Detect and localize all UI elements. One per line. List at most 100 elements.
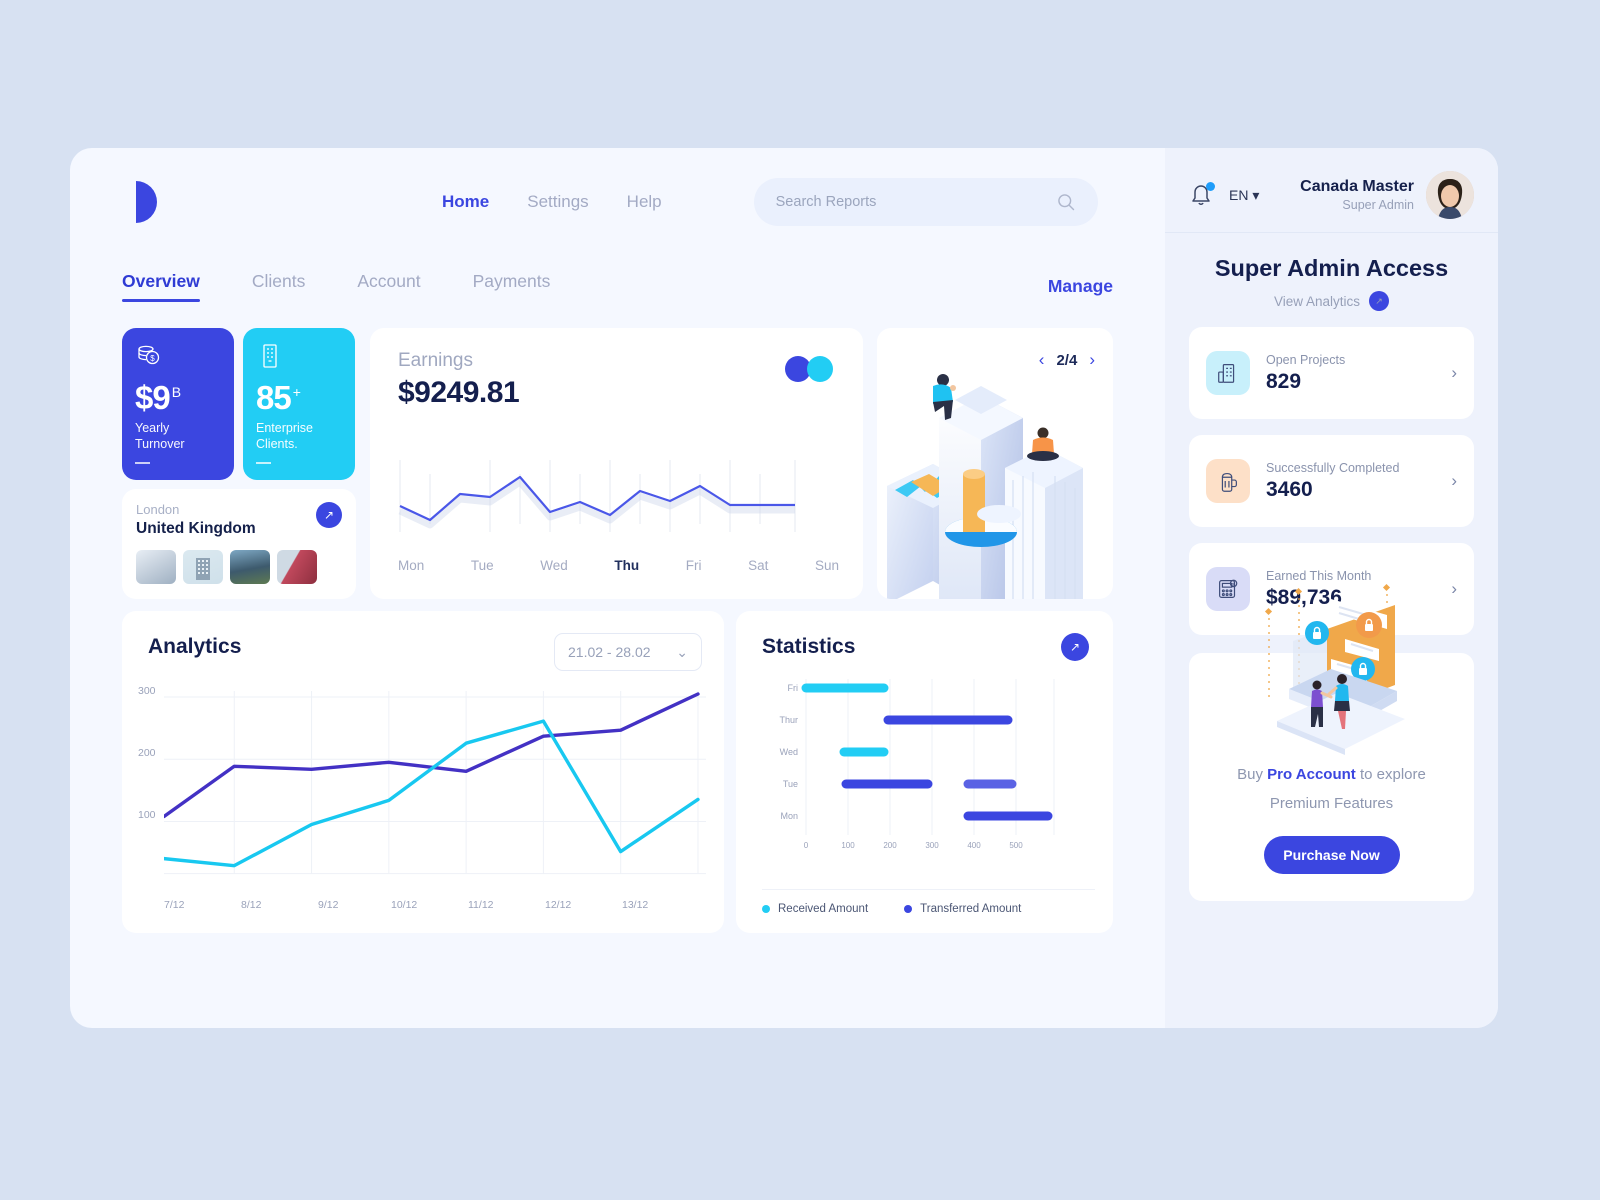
user-info[interactable]: Canada Master Super Admin — [1300, 178, 1414, 212]
stat-value: 829 — [1266, 369, 1302, 393]
earnings-card: Earnings $9249.81 Mon Tue Wed Thu Fri Sa… — [370, 328, 863, 599]
carousel-position: 2/4 — [1056, 351, 1078, 369]
nav-help[interactable]: Help — [627, 192, 662, 212]
sidebar-header: EN ▾ Canada Master Super Admin — [1189, 148, 1474, 226]
chevron-right-icon[interactable]: › — [1089, 350, 1095, 370]
kpi-value: $9 B — [135, 379, 181, 416]
country-name: United Kingdom — [136, 520, 256, 537]
avatar[interactable] — [1426, 171, 1474, 219]
y-tick-100: 100 — [138, 809, 156, 821]
tab-payments[interactable]: Payments — [473, 271, 551, 302]
day-label[interactable]: Fri — [686, 558, 702, 573]
nav-settings[interactable]: Settings — [527, 192, 588, 212]
purchase-now-button[interactable]: Purchase Now — [1263, 836, 1400, 874]
kpi-card-clients[interactable]: 85 + Enterprise Clients. — [243, 328, 355, 480]
stat-value: 3460 — [1266, 477, 1313, 501]
x-tick: 10/12 — [391, 899, 418, 911]
arrow-up-right-icon[interactable]: ↗ — [1061, 633, 1089, 661]
svg-text:Wed: Wed — [780, 747, 798, 757]
statistics-range-bars: Fri Thur Wed Tue Mon 0 100 200 300 400 500 — [779, 679, 1055, 850]
kpi-label: Enterprise Clients. — [256, 421, 313, 451]
day-label[interactable]: Mon — [398, 558, 424, 573]
sidebar-stat-completed[interactable]: Successfully Completed 3460 › — [1189, 435, 1474, 527]
date-range-picker[interactable]: 21.02 - 28.02 ⌄ — [554, 633, 702, 671]
statistics-legend: Received Amount Transferred Amount — [762, 889, 1095, 915]
day-label[interactable]: Sat — [748, 558, 768, 573]
tab-overview[interactable]: Overview — [122, 271, 200, 302]
svg-text:Fri: Fri — [788, 683, 799, 693]
promo-highlight: Pro Account — [1267, 766, 1356, 783]
search-bar[interactable] — [753, 178, 1098, 226]
isometric-city-illustration — [887, 374, 1083, 599]
legend-label: Received Amount — [778, 903, 869, 915]
legend-item-received: Received Amount — [762, 903, 868, 915]
svg-text:$: $ — [150, 354, 155, 363]
svg-text:Mon: Mon — [780, 811, 798, 821]
kpi-card-turnover[interactable]: $ $9 B Yearly Turnover — [122, 328, 234, 480]
tab-clients[interactable]: Clients — [252, 271, 306, 302]
day-label[interactable]: Sun — [815, 558, 839, 573]
caret-down-icon: ▾ — [1252, 186, 1260, 203]
x-tick: 8/12 — [241, 899, 262, 911]
legend-dot — [904, 905, 913, 913]
sidebar-divider — [1165, 232, 1498, 233]
thumbnail[interactable] — [183, 550, 223, 584]
sidebar-stat-open-projects[interactable]: Open Projects 829 › — [1189, 327, 1474, 419]
x-tick: 7/12 — [164, 899, 185, 911]
chevron-right-icon[interactable]: › — [1451, 579, 1457, 599]
nav-home[interactable]: Home — [442, 192, 489, 212]
dashboard-window: Home Settings Help Overview Clients Acco… — [70, 148, 1498, 1028]
user-name: Canada Master — [1300, 178, 1414, 195]
chevron-right-icon[interactable]: › — [1451, 363, 1457, 383]
svg-text:Tue: Tue — [783, 779, 798, 789]
bell-icon[interactable] — [1189, 182, 1215, 208]
access-title: Super Admin Access — [1214, 255, 1449, 281]
svg-text:200: 200 — [883, 841, 897, 850]
search-input[interactable] — [775, 194, 1056, 210]
chevron-right-icon[interactable]: › — [1451, 471, 1457, 491]
kpi-label: Yearly Turnover — [135, 421, 185, 451]
statistics-card: Statistics ↗ Fri Thur Wed Tue Mon 0 100 … — [736, 611, 1113, 933]
chevron-left-icon[interactable]: ‹ — [1039, 350, 1045, 370]
date-range-value: 21.02 - 28.02 — [568, 644, 651, 660]
thumbnail[interactable] — [136, 550, 176, 584]
analytics-chart — [164, 691, 706, 875]
manage-link[interactable]: Manage — [1048, 276, 1113, 297]
cards-row-top: $ $9 B Yearly Turnover 85 + Enterprise C… — [104, 328, 1131, 599]
day-label[interactable]: Tue — [471, 558, 494, 573]
language-selector[interactable]: EN ▾ — [1229, 187, 1259, 204]
x-tick: 11/12 — [468, 899, 494, 911]
thumbnail[interactable] — [277, 550, 317, 584]
tab-account[interactable]: Account — [357, 271, 420, 302]
earnings-day-labels: Mon Tue Wed Thu Fri Sat Sun — [398, 558, 839, 573]
statistics-title: Statistics — [762, 635, 856, 658]
coins-icon: $ — [138, 345, 160, 365]
svg-text:Thur: Thur — [779, 715, 798, 725]
x-tick: 12/12 — [545, 899, 572, 911]
arrow-up-right-icon[interactable]: ↗ — [316, 502, 342, 528]
main-content: Home Settings Help Overview Clients Acco… — [70, 148, 1165, 1028]
day-label-active[interactable]: Thu — [614, 558, 639, 573]
location-card[interactable]: London United Kingdom ↗ — [122, 489, 356, 599]
y-tick-200: 200 — [138, 747, 156, 759]
view-analytics-link[interactable]: View Analytics ↗ — [1189, 291, 1474, 311]
search-icon — [1057, 194, 1074, 211]
building-icon — [263, 344, 277, 368]
logo-mark[interactable] — [122, 178, 170, 226]
right-sidebar: EN ▾ Canada Master Super Admin Super Adm… — [1165, 148, 1498, 1028]
earnings-sparkline — [398, 460, 796, 532]
illustration-carousel-card: ‹ 2/4 › — [877, 328, 1113, 599]
thumbnail[interactable] — [230, 550, 270, 584]
y-tick-300: 300 — [138, 685, 156, 697]
chevron-down-icon: ⌄ — [676, 643, 688, 660]
stat-label: Open Projects — [1266, 352, 1346, 367]
promo-text: Buy Pro Account to explore Premium Featur… — [1237, 766, 1426, 812]
section-tabs: Overview Clients Account Payments Manage — [104, 256, 1131, 316]
day-label[interactable]: Wed — [540, 558, 568, 573]
svg-text:500: 500 — [1009, 841, 1023, 850]
legend-label: Transferred Amount — [920, 903, 1022, 915]
view-analytics-label: View Analytics — [1273, 293, 1361, 309]
kpi-value: 85 + — [256, 379, 301, 416]
arrow-up-right-icon[interactable]: ↗ — [1369, 291, 1390, 311]
svg-text:400: 400 — [967, 841, 981, 850]
